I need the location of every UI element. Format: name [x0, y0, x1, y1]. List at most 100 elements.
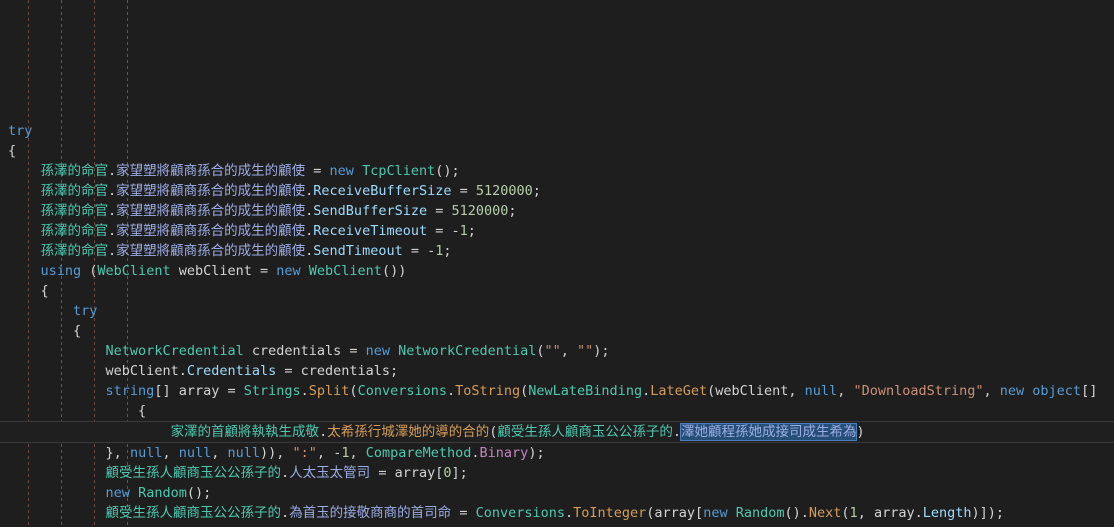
code-token: new [276, 263, 301, 279]
code-token: CompareMethod [365, 445, 472, 461]
code-token: )), [260, 445, 293, 461]
code-token: = [305, 163, 330, 179]
code-line[interactable]: new Random(); [0, 483, 1114, 503]
code-token: null [227, 445, 261, 461]
code-token: 孫澤的命官 [40, 243, 109, 259]
code-token: 5120000 [475, 183, 533, 199]
code-token: , [837, 383, 854, 399]
code-token: try [73, 303, 98, 319]
code-line[interactable]: webClient.Credentials = credentials; [0, 361, 1114, 381]
code-token: webClient = [170, 263, 277, 279]
code-line[interactable]: 顧受生孫人顧商玉公公孫子的.人太玉太管司 = array[0]; [0, 463, 1114, 483]
code-line[interactable]: { [0, 141, 1114, 161]
code-token: Credentials [186, 363, 277, 379]
code-token: ReceiveBufferSize [313, 183, 452, 199]
code-token: 孫澤的命官 [40, 203, 109, 219]
code-token: ; [443, 243, 452, 259]
code-token: try [8, 123, 33, 139]
selected-text[interactable]: 澤她顧程孫她成接司成生希為 [679, 423, 858, 441]
code-token: new [365, 343, 391, 359]
code-line[interactable]: webClient.Dispose(); [0, 523, 1114, 527]
code-token: ); [528, 445, 545, 461]
code-token: 家望塑將顧商孫合的成生的顧使 [116, 243, 306, 259]
code-line[interactable]: NetworkCredential credentials = new Netw… [0, 341, 1114, 361]
code-line[interactable]: 孫澤的命官.家望塑將顧商孫合的成生的顧使 = new TcpClient(); [0, 161, 1114, 181]
code-token: = [451, 505, 476, 521]
code-token: ) [856, 424, 865, 440]
code-token: { [138, 403, 147, 419]
code-token: using [40, 263, 82, 279]
code-token: 顧受生孫人顧商玉公公孫子的 [105, 465, 282, 481]
code-line[interactable]: 孫澤的命官.家望塑將顧商孫合的成生的顧使.ReceiveBufferSize =… [0, 181, 1114, 201]
code-editor-surface[interactable]: try{ 孫澤的命官.家望塑將顧商孫合的成生的顧使 = new TcpClien… [0, 0, 1114, 527]
code-token: . [564, 505, 574, 521]
code-token: TcpClient [362, 163, 436, 179]
code-token: Strings [243, 383, 301, 399]
code-token: 1 [459, 223, 468, 239]
code-token: (webClient, [707, 383, 805, 399]
code-token: ; [508, 203, 517, 219]
code-token: 家望塑將顧商孫合的成生的顧使 [116, 223, 306, 239]
code-token: 太希孫行城澤她的導的合的 [327, 424, 490, 440]
code-token: ( [349, 383, 358, 399]
code-line[interactable]: }, null, null, null)), ":", -1, CompareM… [0, 443, 1114, 463]
code-token: string [105, 383, 155, 399]
code-line[interactable]: { [0, 281, 1114, 301]
code-line[interactable]: using (WebClient webClient = new WebClie… [0, 261, 1114, 281]
code-token: SendTimeout [313, 243, 403, 259]
code-token: "" [544, 343, 561, 359]
code-token: )]); [971, 505, 1005, 521]
code-token: ); [593, 343, 610, 359]
code-token: . [471, 445, 480, 461]
code-line[interactable]: 家澤的首顧將執執生成敬.太希孫行城澤她的導的合的(顧受生孫人顧商玉公公孫子的.澤… [0, 421, 1114, 443]
code-line[interactable]: 孫澤的命官.家望塑將顧商孫合的成生的顧使.SendBufferSize = 51… [0, 201, 1114, 221]
code-token: Length [922, 505, 972, 521]
code-line[interactable]: 顧受生孫人顧商玉公公孫子的.為首玉的接敬商商的首司命 = Conversions… [0, 503, 1114, 523]
code-token: 人太玉太管司 [289, 465, 371, 481]
code-token: , [162, 445, 179, 461]
code-line[interactable]: 孫澤的命官.家望塑將顧商孫合的成生的顧使.SendTimeout = -1; [0, 241, 1114, 261]
code-token: SendBufferSize [313, 203, 428, 219]
code-token: . [672, 424, 681, 440]
code-token: = [402, 243, 428, 259]
code-line[interactable]: string[] array = Strings.Split(Conversio… [0, 381, 1114, 401]
code-token: Random [138, 485, 187, 501]
code-token: . [108, 183, 117, 199]
code-token: Split [308, 383, 350, 399]
code-token: , [211, 445, 228, 461]
code-token: 家澤的首顧將執執生成敬 [170, 424, 320, 440]
code-token: . [108, 163, 117, 179]
code-token: Binary [479, 445, 529, 461]
code-token: = array[ [370, 465, 444, 481]
code-token: (array[ [646, 505, 704, 521]
code-token: { [73, 323, 82, 339]
code-line[interactable]: try [0, 121, 1114, 141]
code-token: . [108, 223, 117, 239]
code-token: new [999, 383, 1025, 399]
code-line[interactable]: 孫澤的命官.家望塑將顧商孫合的成生的顧使.ReceiveTimeout = -1… [0, 221, 1114, 241]
code-token: LateGet [650, 383, 708, 399]
code-line[interactable]: { [0, 401, 1114, 421]
code-token: = [427, 203, 452, 219]
code-token: ()) [381, 263, 407, 279]
code-token: . [281, 465, 290, 481]
code-token: 孫澤的命官 [40, 183, 109, 199]
code-token: ( [841, 505, 850, 521]
code-line[interactable]: { [0, 321, 1114, 341]
code-token: . [178, 363, 187, 379]
code-token: 孫澤的命官 [40, 163, 109, 179]
code-token: [] [1081, 383, 1098, 399]
code-token: . [108, 243, 117, 259]
code-line[interactable]: try [0, 301, 1114, 321]
